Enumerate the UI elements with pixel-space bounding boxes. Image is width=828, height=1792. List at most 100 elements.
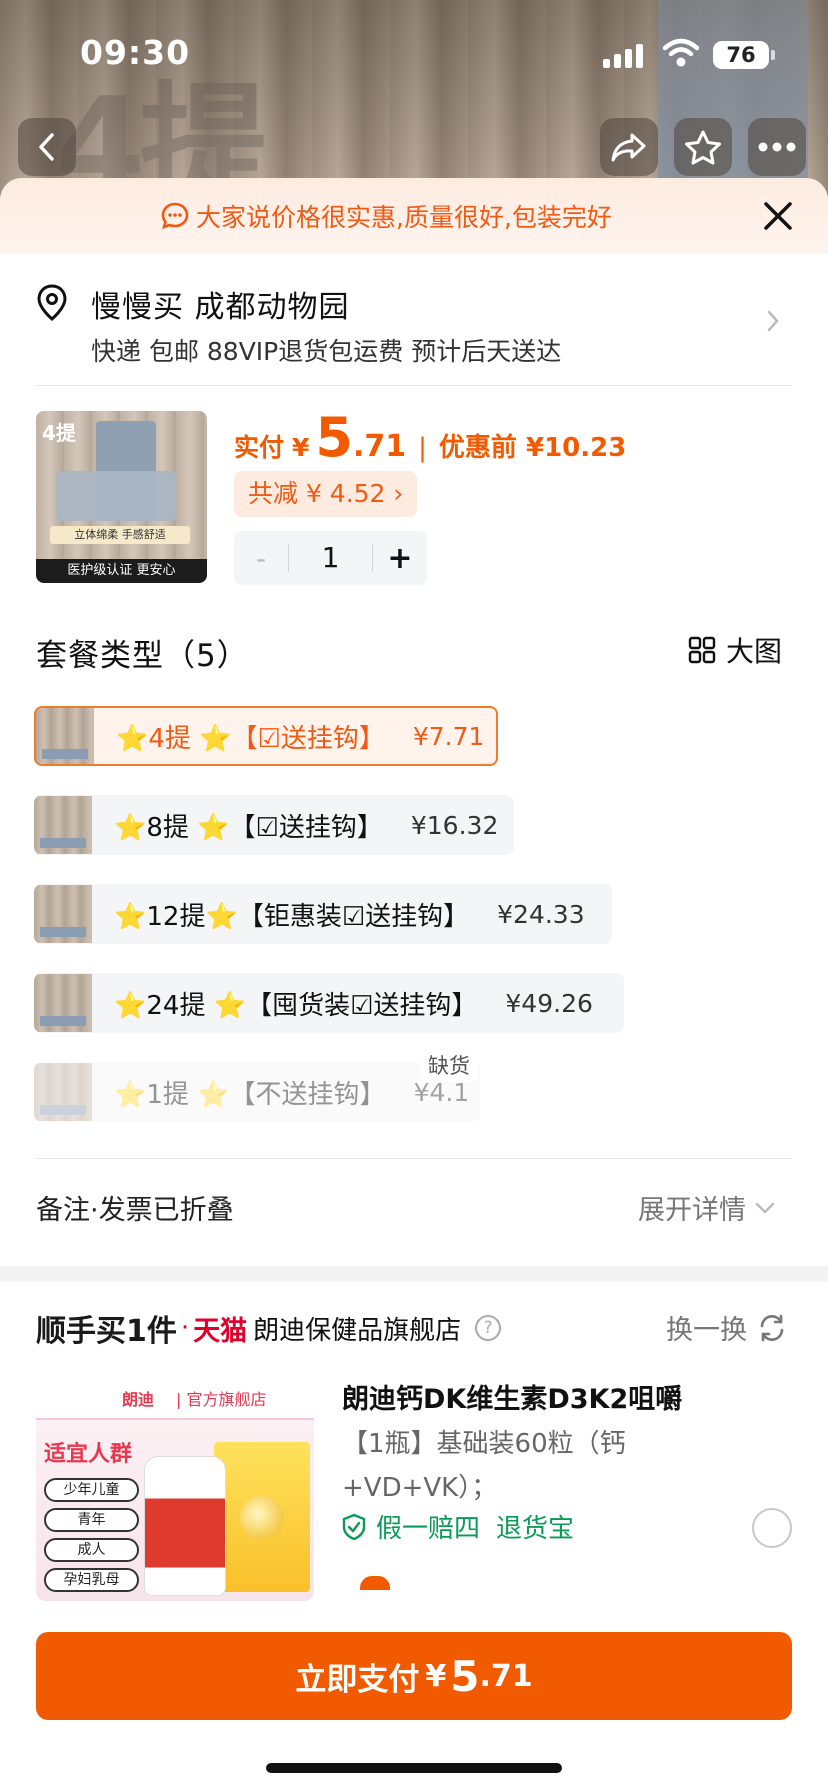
- option-thumbnail: [34, 885, 92, 943]
- review-banner: 大家说价格很实惠,质量很好,包装完好: [0, 178, 828, 254]
- price-integer: 5: [315, 406, 353, 469]
- status-bar: 09:30 76: [0, 0, 828, 110]
- bundle-dot: ·: [180, 1313, 190, 1343]
- discount-badge[interactable]: 共减 ¥ 4.52 ›: [234, 471, 418, 517]
- tmall-logo: 天猫: [193, 1315, 248, 1347]
- shield-check-icon: [342, 1513, 366, 1540]
- option-item-disabled: ⭐1提 ⭐【不送挂钩】 ¥4.1: [34, 1062, 480, 1122]
- option-item[interactable]: ⭐24提 ⭐【囤货装☑送挂钩】 ¥49.26: [34, 973, 624, 1033]
- address-title: 慢慢买 成都动物园: [91, 290, 350, 325]
- currency-symbol: ¥: [292, 433, 310, 462]
- bundle-img-brand: 朗迪: [122, 1390, 155, 1409]
- store-name[interactable]: 朗迪保健品旗舰店: [253, 1310, 461, 1347]
- quantity-stepper: - 1 +: [234, 531, 427, 585]
- guarantee-fake-compensate: 假一赔四: [376, 1514, 481, 1544]
- bundle-img-tag: 孕妇乳母: [44, 1568, 139, 1592]
- thumb-bottom-text: 医护级认证 更安心: [36, 559, 207, 583]
- option-item[interactable]: ⭐12提⭐【钜惠装☑送挂钩】 ¥24.33: [34, 884, 612, 944]
- big-view-label: 大图: [726, 635, 783, 668]
- more-dots-icon: [758, 142, 796, 152]
- grid-icon: [688, 636, 716, 664]
- chevron-right-icon: [767, 310, 779, 332]
- divider: [36, 385, 792, 386]
- option-name: ⭐4提 ⭐【☑送挂钩】: [116, 723, 385, 754]
- order-confirm-sheet: 大家说价格很实惠,质量很好,包装完好 慢慢买 成都动物园 快递 包邮 88VIP…: [0, 178, 828, 1792]
- back-button[interactable]: [18, 118, 76, 176]
- status-time: 09:30: [80, 33, 191, 72]
- bundle-brand: 顺手买1件: [36, 1314, 177, 1349]
- product-thumbnail[interactable]: 4提 立体绵柔 手感舒适 医护级认证 更安心: [36, 411, 207, 583]
- star-outline-icon: [685, 130, 721, 165]
- bundle-img-tag: 青年: [44, 1508, 139, 1532]
- bundle-img-tag: 少年儿童: [44, 1478, 139, 1502]
- share-icon: [611, 133, 646, 162]
- option-name: ⭐24提 ⭐【囤货装☑送挂钩】: [114, 990, 478, 1021]
- swap-button[interactable]: 换一换: [666, 1308, 787, 1347]
- option-price: ¥24.33: [497, 899, 585, 929]
- refresh-icon: [760, 1314, 784, 1341]
- banner-message: 大家说价格很实惠,质量很好,包装完好: [196, 203, 612, 232]
- price-decimal: .71: [353, 429, 407, 464]
- favorite-button[interactable]: [674, 118, 732, 176]
- option-price: ¥49.26: [505, 988, 593, 1018]
- guarantee-return: 退货宝: [496, 1514, 575, 1544]
- thumb-label: 4提: [42, 421, 76, 445]
- qty-minus-button[interactable]: -: [234, 542, 288, 575]
- pay-button-currency: ¥: [425, 1658, 447, 1694]
- bundle-product-title[interactable]: 朗迪钙DK维生素D3K2咀嚼: [342, 1378, 722, 1422]
- location-pin-icon: [37, 284, 67, 321]
- chat-bubble-icon: [161, 202, 189, 230]
- bundle-header: 顺手买1件 · 天猫 朗迪保健品旗舰店 ?: [36, 1306, 502, 1350]
- bundle-img-shop: | 官方旗舰店: [176, 1390, 267, 1409]
- home-indicator[interactable]: [266, 1763, 562, 1773]
- option-name: ⭐12提⭐【钜惠装☑送挂钩】: [114, 901, 470, 932]
- expand-details-link[interactable]: 展开详情: [638, 1188, 776, 1227]
- swap-label: 换一换: [666, 1315, 747, 1346]
- bundle-product-image[interactable]: 朗迪 | 官方旗舰店 适宜人群 少年儿童 青年 成人 孕妇乳母: [36, 1376, 314, 1601]
- address-row[interactable]: 慢慢买 成都动物园 快递 包邮 88VIP退货包运费 预计后天送达: [0, 254, 828, 384]
- note-invoice-row[interactable]: 备注·发票已折叠 展开详情: [0, 1156, 828, 1256]
- pay-button-dec: .71: [479, 1658, 533, 1694]
- expand-label: 展开详情: [638, 1195, 746, 1226]
- thumb-tag: 立体绵柔 手感舒适: [50, 526, 190, 544]
- option-thumbnail: [34, 796, 92, 854]
- close-icon[interactable]: [760, 198, 796, 234]
- option-thumbnail: [34, 974, 92, 1032]
- bundle-product-spec: 【1瓶】基础装60粒（钙+VD+VK）；: [342, 1429, 626, 1503]
- pay-now-button[interactable]: 立即支付 ¥ 5 .71: [36, 1632, 792, 1720]
- note-label: 备注·发票已折叠: [36, 1195, 234, 1226]
- bundle-img-tag: 成人: [44, 1538, 139, 1562]
- help-icon[interactable]: ?: [475, 1315, 502, 1341]
- more-button[interactable]: [748, 118, 806, 176]
- option-name: ⭐1提 ⭐【不送挂钩】: [114, 1079, 386, 1110]
- qty-value[interactable]: 1: [288, 544, 373, 572]
- option-item-selected[interactable]: ⭐4提 ⭐【☑送挂钩】 ¥7.71: [34, 706, 498, 766]
- pay-button-int: 5: [450, 1651, 480, 1701]
- out-of-stock-badge: 缺货: [420, 1048, 478, 1082]
- price-row: 实付 ¥ 5 .71 | 优惠前 ¥10.23: [234, 406, 626, 469]
- options-title: 套餐类型（5）: [36, 638, 249, 674]
- bundle-price-partial: [360, 1576, 390, 1590]
- option-thumbnail: [36, 708, 94, 764]
- option-name: ⭐8提 ⭐【☑送挂钩】: [114, 812, 383, 843]
- bundle-img-title: 适宜人群: [44, 1442, 133, 1467]
- option-price: ¥16.32: [410, 810, 499, 840]
- share-button[interactable]: [600, 118, 658, 176]
- bundle-guarantees: 假一赔四 退货宝: [342, 1508, 574, 1545]
- price-separator: |: [418, 433, 427, 463]
- chevron-down-icon: [755, 1202, 775, 1214]
- cellular-signal-icon: [603, 42, 647, 68]
- delivery-info: 快递 包邮 88VIP退货包运费 预计后天送达: [91, 337, 562, 366]
- wifi-icon: [663, 38, 699, 67]
- pay-label: 实付: [234, 433, 285, 462]
- big-view-toggle[interactable]: 大图: [688, 630, 782, 670]
- pay-button-label: 立即支付: [295, 1661, 420, 1698]
- qty-plus-button[interactable]: +: [373, 541, 427, 576]
- option-price: ¥7.71: [412, 721, 485, 751]
- bundle-select-radio[interactable]: [752, 1508, 792, 1548]
- battery-indicator: 76: [713, 41, 775, 69]
- section-gap: [0, 1266, 828, 1282]
- original-price: 优惠前 ¥10.23: [438, 433, 627, 463]
- option-thumbnail: [34, 1063, 92, 1121]
- option-item[interactable]: ⭐8提 ⭐【☑送挂钩】 ¥16.32: [34, 795, 514, 855]
